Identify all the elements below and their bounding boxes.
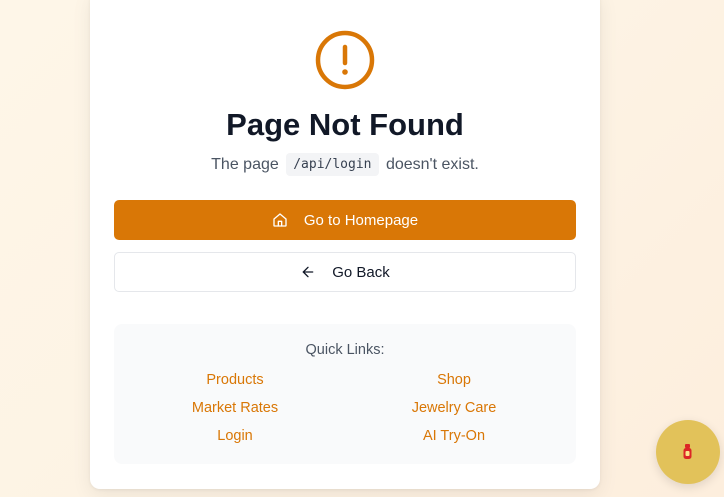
message-prefix: The page <box>211 156 279 173</box>
quick-link-jewelry-care[interactable]: Jewelry Care <box>354 400 554 416</box>
floating-action-button[interactable] <box>656 420 720 484</box>
quick-link-login[interactable]: Login <box>135 428 335 444</box>
page-title: Page Not Found <box>226 107 464 142</box>
alert-circle-icon <box>315 30 375 90</box>
quick-link-ai-try-on[interactable]: AI Try-On <box>354 428 554 444</box>
error-message: The page /api/login doesn't exist. <box>90 153 600 176</box>
home-icon <box>273 213 287 227</box>
go-to-homepage-button[interactable]: Go to Homepage <box>114 200 576 240</box>
message-suffix: doesn't exist. <box>385 156 479 173</box>
missing-path: /api/login <box>286 153 379 176</box>
quick-links-panel: Quick Links: Products Shop Market Rates … <box>114 324 576 464</box>
go-back-button[interactable]: Go Back <box>114 252 576 292</box>
bottle-icon <box>683 444 692 459</box>
quick-links-title: Quick Links: <box>305 342 385 358</box>
go-to-homepage-label: Go to Homepage <box>303 211 419 229</box>
quick-link-market-rates[interactable]: Market Rates <box>135 400 335 416</box>
go-back-label: Go Back <box>332 263 390 281</box>
quick-link-products[interactable]: Products <box>135 372 335 388</box>
arrow-left-icon <box>302 266 314 278</box>
quick-link-shop[interactable]: Shop <box>354 372 554 388</box>
not-found-card: Page Not Found The page /api/login doesn… <box>90 0 600 489</box>
